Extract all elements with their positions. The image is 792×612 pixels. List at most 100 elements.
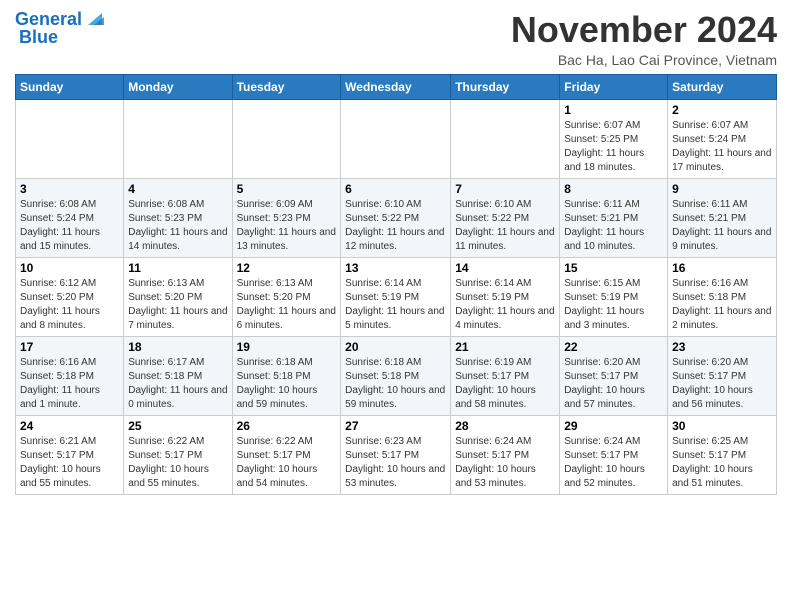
table-row: 5 Sunrise: 6:09 AM Sunset: 5:23 PM Daylig… — [232, 178, 341, 257]
day-number: 28 — [455, 419, 555, 433]
day-info: Sunrise: 6:11 AM Sunset: 5:21 PM Dayligh… — [564, 198, 663, 254]
table-row — [451, 99, 560, 178]
title-block: November 2024 Bac Ha, Lao Cai Province, … — [511, 10, 777, 68]
table-row: 26 Sunrise: 6:22 AM Sunset: 5:17 PM Dayli… — [232, 415, 341, 494]
day-info: Sunrise: 6:08 AM Sunset: 5:24 PM Dayligh… — [20, 198, 119, 254]
table-row: 23 Sunrise: 6:20 AM Sunset: 5:17 PM Dayli… — [668, 336, 777, 415]
week-row-5: 24Sunrise: 6:21 AM Sunset: 5:17 PM Dayli… — [16, 415, 777, 494]
day-info: Sunrise: 6:23 AM Sunset: 5:17 PM Dayligh… — [345, 435, 446, 491]
day-info: Sunrise: 6:22 AM Sunset: 5:17 PM Dayligh… — [237, 435, 337, 491]
table-row — [124, 99, 232, 178]
table-row: 27 Sunrise: 6:23 AM Sunset: 5:17 PM Dayli… — [341, 415, 451, 494]
day-number: 11 — [128, 261, 227, 275]
day-number: 6 — [345, 182, 446, 196]
table-row: 4 Sunrise: 6:08 AM Sunset: 5:23 PM Daylig… — [124, 178, 232, 257]
day-info: Sunrise: 6:13 AM Sunset: 5:20 PM Dayligh… — [128, 277, 227, 333]
table-row: 29Sunrise: 6:24 AM Sunset: 5:17 PM Dayli… — [560, 415, 668, 494]
day-info: Sunrise: 6:20 AM Sunset: 5:17 PM Dayligh… — [672, 356, 772, 412]
header-saturday: Saturday — [668, 74, 777, 99]
day-number: 15 — [564, 261, 663, 275]
table-row: 25 Sunrise: 6:22 AM Sunset: 5:17 PM Dayli… — [124, 415, 232, 494]
day-info: Sunrise: 6:07 AM Sunset: 5:24 PM Dayligh… — [672, 119, 772, 175]
day-number: 5 — [237, 182, 337, 196]
table-row: 9Sunrise: 6:11 AM Sunset: 5:21 PM Daylig… — [668, 178, 777, 257]
day-number: 12 — [237, 261, 337, 275]
day-number: 3 — [20, 182, 119, 196]
day-info: Sunrise: 6:14 AM Sunset: 5:19 PM Dayligh… — [345, 277, 446, 333]
table-row: 12 Sunrise: 6:13 AM Sunset: 5:20 PM Dayli… — [232, 257, 341, 336]
table-row: 10Sunrise: 6:12 AM Sunset: 5:20 PM Dayli… — [16, 257, 124, 336]
day-number: 27 — [345, 419, 446, 433]
day-number: 14 — [455, 261, 555, 275]
page-header: General Blue November 2024 Bac Ha, Lao C… — [15, 10, 777, 68]
table-row — [16, 99, 124, 178]
day-number: 4 — [128, 182, 227, 196]
location-subtitle: Bac Ha, Lao Cai Province, Vietnam — [511, 52, 777, 68]
logo-icon — [84, 7, 106, 29]
day-number: 1 — [564, 103, 663, 117]
day-info: Sunrise: 6:13 AM Sunset: 5:20 PM Dayligh… — [237, 277, 337, 333]
day-info: Sunrise: 6:19 AM Sunset: 5:17 PM Dayligh… — [455, 356, 555, 412]
day-number: 17 — [20, 340, 119, 354]
table-row: 6 Sunrise: 6:10 AM Sunset: 5:22 PM Daylig… — [341, 178, 451, 257]
table-row: 21 Sunrise: 6:19 AM Sunset: 5:17 PM Dayli… — [451, 336, 560, 415]
logo-blue-text: Blue — [19, 28, 58, 48]
table-row: 14 Sunrise: 6:14 AM Sunset: 5:19 PM Dayli… — [451, 257, 560, 336]
table-row — [341, 99, 451, 178]
day-info: Sunrise: 6:16 AM Sunset: 5:18 PM Dayligh… — [672, 277, 772, 333]
day-info: Sunrise: 6:17 AM Sunset: 5:18 PM Dayligh… — [128, 356, 227, 412]
table-row: 2 Sunrise: 6:07 AM Sunset: 5:24 PM Daylig… — [668, 99, 777, 178]
calendar-table: Sunday Monday Tuesday Wednesday Thursday… — [15, 74, 777, 495]
day-info: Sunrise: 6:09 AM Sunset: 5:23 PM Dayligh… — [237, 198, 337, 254]
header-friday: Friday — [560, 74, 668, 99]
header-monday: Monday — [124, 74, 232, 99]
day-info: Sunrise: 6:08 AM Sunset: 5:23 PM Dayligh… — [128, 198, 227, 254]
day-number: 26 — [237, 419, 337, 433]
day-number: 22 — [564, 340, 663, 354]
day-info: Sunrise: 6:11 AM Sunset: 5:21 PM Dayligh… — [672, 198, 772, 254]
day-number: 10 — [20, 261, 119, 275]
table-row: 30 Sunrise: 6:25 AM Sunset: 5:17 PM Dayli… — [668, 415, 777, 494]
day-info: Sunrise: 6:21 AM Sunset: 5:17 PM Dayligh… — [20, 435, 119, 491]
day-number: 21 — [455, 340, 555, 354]
week-row-3: 10Sunrise: 6:12 AM Sunset: 5:20 PM Dayli… — [16, 257, 777, 336]
table-row — [232, 99, 341, 178]
table-row: 3 Sunrise: 6:08 AM Sunset: 5:24 PM Daylig… — [16, 178, 124, 257]
day-number: 2 — [672, 103, 772, 117]
day-info: Sunrise: 6:24 AM Sunset: 5:17 PM Dayligh… — [455, 435, 555, 491]
table-row: 20Sunrise: 6:18 AM Sunset: 5:18 PM Dayli… — [341, 336, 451, 415]
table-row: 1Sunrise: 6:07 AM Sunset: 5:25 PM Daylig… — [560, 99, 668, 178]
day-number: 30 — [672, 419, 772, 433]
table-row: 7 Sunrise: 6:10 AM Sunset: 5:22 PM Daylig… — [451, 178, 560, 257]
table-row: 11 Sunrise: 6:13 AM Sunset: 5:20 PM Dayli… — [124, 257, 232, 336]
table-row: 8Sunrise: 6:11 AM Sunset: 5:21 PM Daylig… — [560, 178, 668, 257]
day-number: 20 — [345, 340, 446, 354]
day-info: Sunrise: 6:15 AM Sunset: 5:19 PM Dayligh… — [564, 277, 663, 333]
day-number: 25 — [128, 419, 227, 433]
day-info: Sunrise: 6:10 AM Sunset: 5:22 PM Dayligh… — [455, 198, 555, 254]
header-wednesday: Wednesday — [341, 74, 451, 99]
day-number: 23 — [672, 340, 772, 354]
day-info: Sunrise: 6:25 AM Sunset: 5:17 PM Dayligh… — [672, 435, 772, 491]
day-info: Sunrise: 6:16 AM Sunset: 5:18 PM Dayligh… — [20, 356, 119, 412]
day-info: Sunrise: 6:22 AM Sunset: 5:17 PM Dayligh… — [128, 435, 227, 491]
table-row: 19 Sunrise: 6:18 AM Sunset: 5:18 PM Dayli… — [232, 336, 341, 415]
week-row-2: 3 Sunrise: 6:08 AM Sunset: 5:24 PM Daylig… — [16, 178, 777, 257]
day-number: 7 — [455, 182, 555, 196]
header-sunday: Sunday — [16, 74, 124, 99]
header-thursday: Thursday — [451, 74, 560, 99]
week-row-1: 1Sunrise: 6:07 AM Sunset: 5:25 PM Daylig… — [16, 99, 777, 178]
day-number: 19 — [237, 340, 337, 354]
month-title: November 2024 — [511, 10, 777, 50]
day-info: Sunrise: 6:20 AM Sunset: 5:17 PM Dayligh… — [564, 356, 663, 412]
day-number: 18 — [128, 340, 227, 354]
header-tuesday: Tuesday — [232, 74, 341, 99]
day-info: Sunrise: 6:18 AM Sunset: 5:18 PM Dayligh… — [237, 356, 337, 412]
logo: General Blue — [15, 10, 106, 48]
day-number: 16 — [672, 261, 772, 275]
table-row: 13Sunrise: 6:14 AM Sunset: 5:19 PM Dayli… — [341, 257, 451, 336]
table-row: 22 Sunrise: 6:20 AM Sunset: 5:17 PM Dayli… — [560, 336, 668, 415]
day-info: Sunrise: 6:10 AM Sunset: 5:22 PM Dayligh… — [345, 198, 446, 254]
day-info: Sunrise: 6:14 AM Sunset: 5:19 PM Dayligh… — [455, 277, 555, 333]
table-row: 17 Sunrise: 6:16 AM Sunset: 5:18 PM Dayli… — [16, 336, 124, 415]
